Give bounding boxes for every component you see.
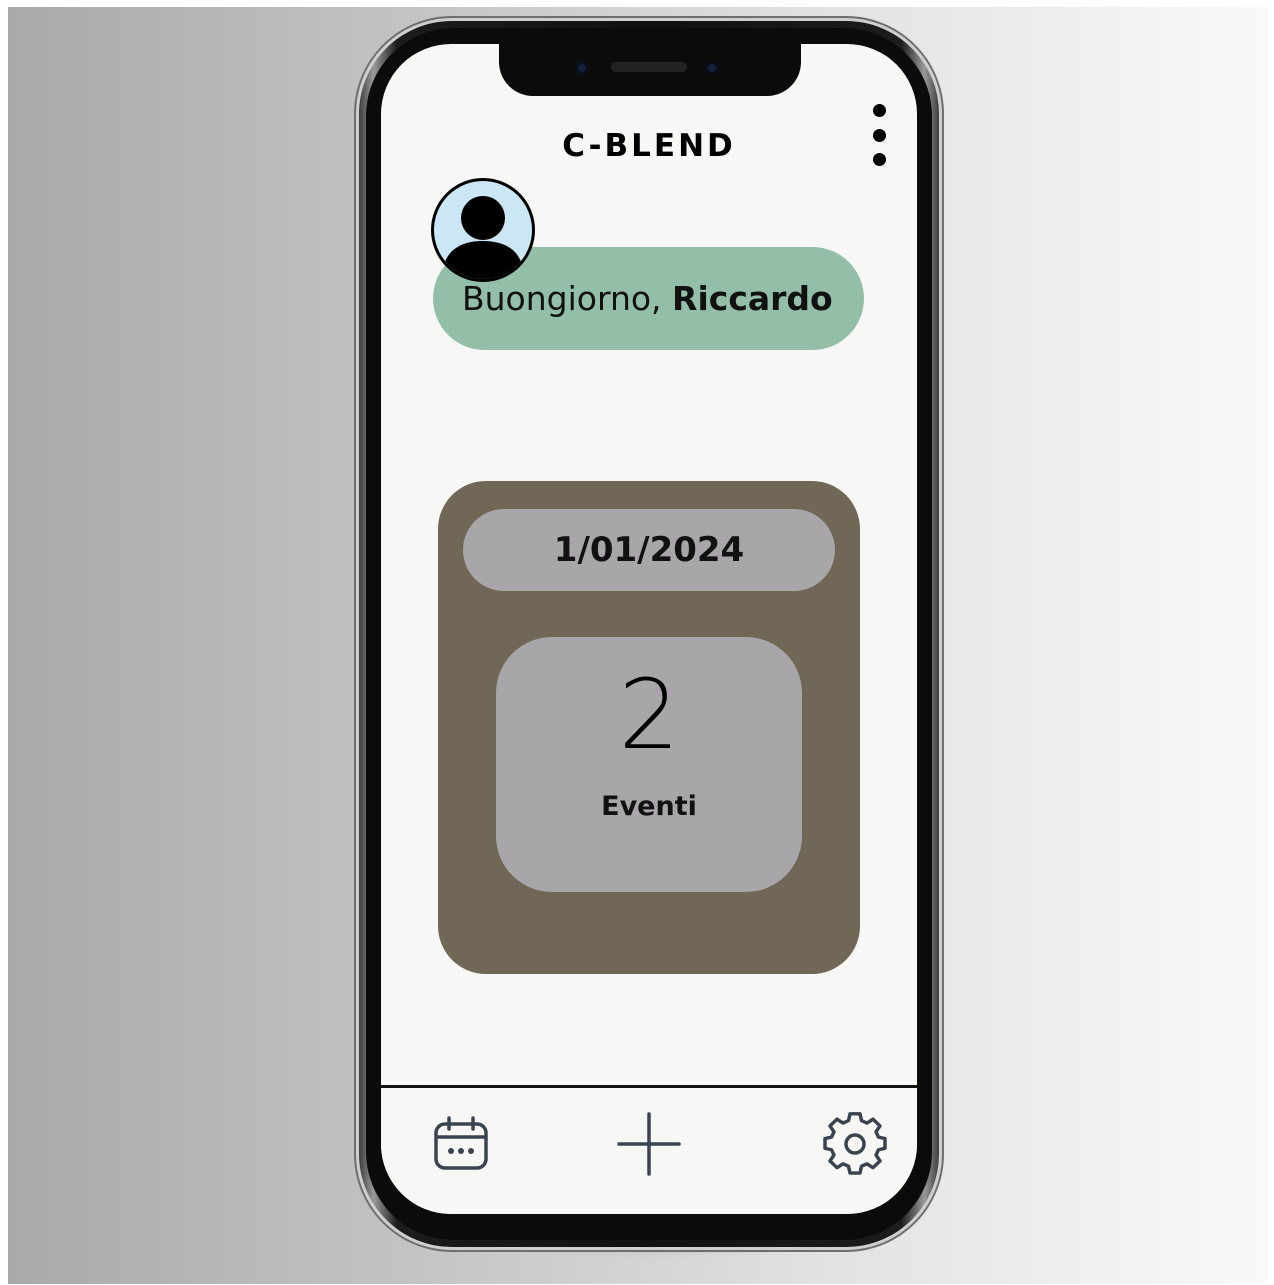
event-count-label: Eventi bbox=[601, 791, 697, 822]
user-icon bbox=[442, 196, 524, 279]
greeting-prefix: Buongiorno, bbox=[462, 279, 673, 318]
greeting-text: Buongiorno, Riccardo bbox=[462, 279, 833, 318]
speaker-grille bbox=[611, 62, 687, 72]
user-name: Riccardo bbox=[672, 279, 833, 318]
camera-icon bbox=[575, 61, 589, 75]
phone-screen: C-BLEND Buongiorno, Riccardo 1/01/2024 2… bbox=[381, 44, 917, 1214]
calendar-button[interactable] bbox=[429, 1112, 493, 1176]
sensor-icon bbox=[705, 61, 719, 75]
avatar[interactable] bbox=[431, 178, 535, 282]
gear-icon bbox=[823, 1112, 887, 1175]
app-title: C-BLEND bbox=[562, 128, 736, 164]
event-date: 1/01/2024 bbox=[463, 509, 835, 591]
calendar-icon bbox=[434, 1116, 488, 1170]
event-card[interactable]: 1/01/2024 2 Eventi bbox=[438, 481, 860, 974]
kebab-dot bbox=[872, 104, 886, 117]
settings-button[interactable] bbox=[823, 1112, 887, 1176]
event-count: 2 bbox=[618, 659, 680, 771]
event-count-box: 2 Eventi bbox=[496, 637, 802, 892]
phone-notch bbox=[499, 44, 801, 96]
more-options-button[interactable] bbox=[865, 104, 893, 166]
kebab-dot bbox=[872, 128, 886, 142]
bottom-nav bbox=[381, 1085, 917, 1214]
add-button[interactable] bbox=[617, 1112, 681, 1176]
plus-icon bbox=[617, 1112, 681, 1176]
kebab-dot bbox=[872, 153, 886, 166]
